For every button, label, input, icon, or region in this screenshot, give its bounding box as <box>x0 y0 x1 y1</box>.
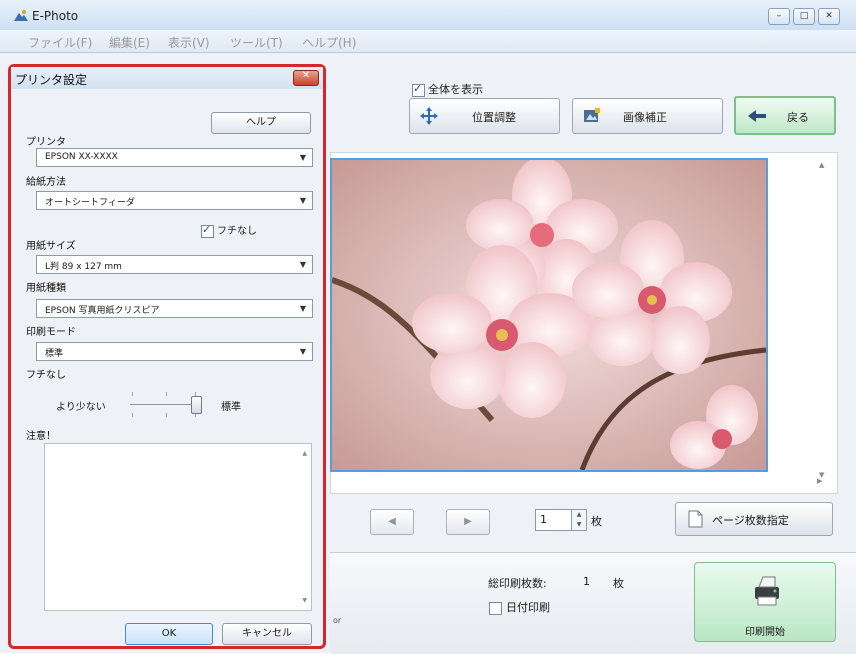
print-mode-value: 標準 <box>45 349 64 359</box>
total-prints-label: 総印刷枚数: <box>488 577 547 590</box>
borderless-section-label: フチなし <box>26 370 66 381</box>
printer-select[interactable]: EPSON XX-XXXX ▼ <box>36 148 313 167</box>
paper-size-select[interactable]: L判 89 x 127 mm ▼ <box>36 255 313 274</box>
maximize-icon: □ <box>799 11 809 21</box>
menu-tools[interactable]: ツール(T) <box>230 34 283 51</box>
scroll-right-icon[interactable]: ▶ <box>817 477 822 485</box>
window-title: E-Photo <box>32 9 79 23</box>
dialog-close-button[interactable]: ✕ <box>293 70 319 86</box>
close-icon: ✕ <box>301 70 311 81</box>
prev-page-button[interactable]: ◀ <box>370 509 414 535</box>
paper-type-value: EPSON 写真用紙クリスピア <box>45 306 160 316</box>
start-print-label: 印刷開始 <box>745 627 785 638</box>
printer-icon <box>755 576 779 606</box>
clipped-text: or <box>333 616 342 625</box>
ok-button[interactable]: OK <box>125 623 213 645</box>
menu-bar: ファイル(F) 編集(E) 表示(V) ツール(T) ヘルプ(H) <box>0 30 856 53</box>
slider-tick <box>132 413 133 417</box>
chevron-down-icon: ▼ <box>299 347 306 356</box>
help-button[interactable]: ヘルプ <box>211 112 311 134</box>
borderless-slider-track[interactable] <box>130 404 196 405</box>
borderless-check-label: フチなし <box>217 226 257 237</box>
paper-size-label: 用紙サイズ <box>26 241 76 252</box>
position-adjust-button[interactable]: 位置調整 <box>409 98 560 134</box>
cherry-blossom-image <box>332 160 766 470</box>
borderless-checkbox[interactable]: フチなし <box>201 222 257 238</box>
warning-textbox[interactable]: ▲ ▼ <box>44 443 312 611</box>
app-icon <box>14 10 28 21</box>
dialog-title: プリンタ設定 <box>15 73 88 87</box>
menu-edit[interactable]: 編集(E) <box>109 34 150 51</box>
back-arrow-icon <box>748 110 766 122</box>
date-print-checkbox[interactable]: 日付印刷 <box>489 599 550 615</box>
copies-spinner[interactable]: ▲ ▼ <box>571 509 587 531</box>
paper-size-value: L判 89 x 127 mm <box>45 262 122 272</box>
scroll-up-icon[interactable]: ▲ <box>302 450 307 457</box>
slider-min-label: より少ない <box>56 402 106 413</box>
photo-preview[interactable] <box>330 158 768 472</box>
copies-unit: 枚 <box>591 515 602 528</box>
next-arrow-icon: ▶ <box>464 516 472 527</box>
cancel-button[interactable]: キャンセル <box>222 623 312 645</box>
slider-tick <box>132 392 133 396</box>
printer-label: プリンタ <box>26 137 66 148</box>
feed-value: オートシートフィーダ <box>45 198 135 208</box>
scroll-down-icon[interactable]: ▼ <box>302 597 307 604</box>
show-all-checkbox[interactable]: 全体を表示 <box>412 81 483 97</box>
scroll-up-icon[interactable]: ▲ <box>819 161 824 169</box>
slider-tick <box>166 392 167 396</box>
page-count-button[interactable]: ページ枚数指定 <box>675 502 833 536</box>
warning-label: 注意！ <box>26 431 56 442</box>
minimize-button[interactable]: – <box>768 8 790 25</box>
borderless-check-icon <box>201 223 214 238</box>
app-window: E-Photo – □ ✕ ファイル(F) 編集(E) 表示(V) ツール(T)… <box>0 0 856 654</box>
show-all-check-icon <box>412 82 425 97</box>
move-arrows-icon <box>420 107 438 125</box>
print-mode-select[interactable]: 標準 ▼ <box>36 342 313 361</box>
paper-type-label: 用紙種類 <box>26 283 66 294</box>
next-page-button[interactable]: ▶ <box>446 509 490 535</box>
paper-type-select[interactable]: EPSON 写真用紙クリスピア ▼ <box>36 299 313 318</box>
back-button[interactable]: 戻る <box>734 96 836 135</box>
page-count-label: ページ枚数指定 <box>712 514 789 527</box>
chevron-down-icon: ▼ <box>299 153 306 162</box>
date-print-label: 日付印刷 <box>506 601 550 614</box>
borderless-slider-thumb[interactable] <box>191 396 202 414</box>
total-prints-unit: 枚 <box>613 577 624 590</box>
image-correct-button[interactable]: 画像補正 <box>572 98 723 134</box>
dialog-title-bar: プリンタ設定 ✕ <box>11 67 323 89</box>
menu-view[interactable]: 表示(V) <box>168 34 210 51</box>
chevron-down-icon: ▼ <box>299 196 306 205</box>
copies-input[interactable]: 1 <box>535 509 573 531</box>
menu-file[interactable]: ファイル(F) <box>28 34 92 51</box>
date-print-check-icon <box>489 601 502 615</box>
show-all-label: 全体を表示 <box>428 83 483 96</box>
position-adjust-label: 位置調整 <box>472 111 516 124</box>
menu-help[interactable]: ヘルプ(H) <box>302 34 356 51</box>
minimize-icon: – <box>776 11 782 21</box>
chevron-down-icon: ▼ <box>299 260 306 269</box>
maximize-button[interactable]: □ <box>793 8 815 25</box>
prev-arrow-icon: ◀ <box>388 516 396 527</box>
start-print-button[interactable]: 印刷開始 <box>694 562 836 642</box>
preview-vertical-scrollbar[interactable]: ▲ ▼ <box>814 155 832 485</box>
printer-value: EPSON XX-XXXX <box>45 152 118 162</box>
feed-label: 給紙方法 <box>26 177 66 188</box>
title-bar: E-Photo – □ ✕ <box>0 0 856 30</box>
image-correct-icon <box>584 108 600 122</box>
total-prints-value: 1 <box>583 575 590 588</box>
page-icon <box>688 510 703 528</box>
feed-select[interactable]: オートシートフィーダ ▼ <box>36 191 313 210</box>
close-button[interactable]: ✕ <box>818 8 840 25</box>
image-correct-label: 画像補正 <box>623 111 667 124</box>
printer-settings-dialog: プリンタ設定 ✕ ヘルプ プリンタ EPSON XX-XXXX ▼ 給紙方法 オー… <box>8 64 326 649</box>
print-mode-label: 印刷モード <box>26 327 76 338</box>
copies-value: 1 <box>540 513 547 526</box>
chevron-down-icon: ▼ <box>299 304 306 313</box>
back-label: 戻る <box>787 111 809 124</box>
slider-tick <box>166 413 167 417</box>
slider-max-label: 標準 <box>221 402 241 413</box>
close-icon: ✕ <box>825 11 833 21</box>
